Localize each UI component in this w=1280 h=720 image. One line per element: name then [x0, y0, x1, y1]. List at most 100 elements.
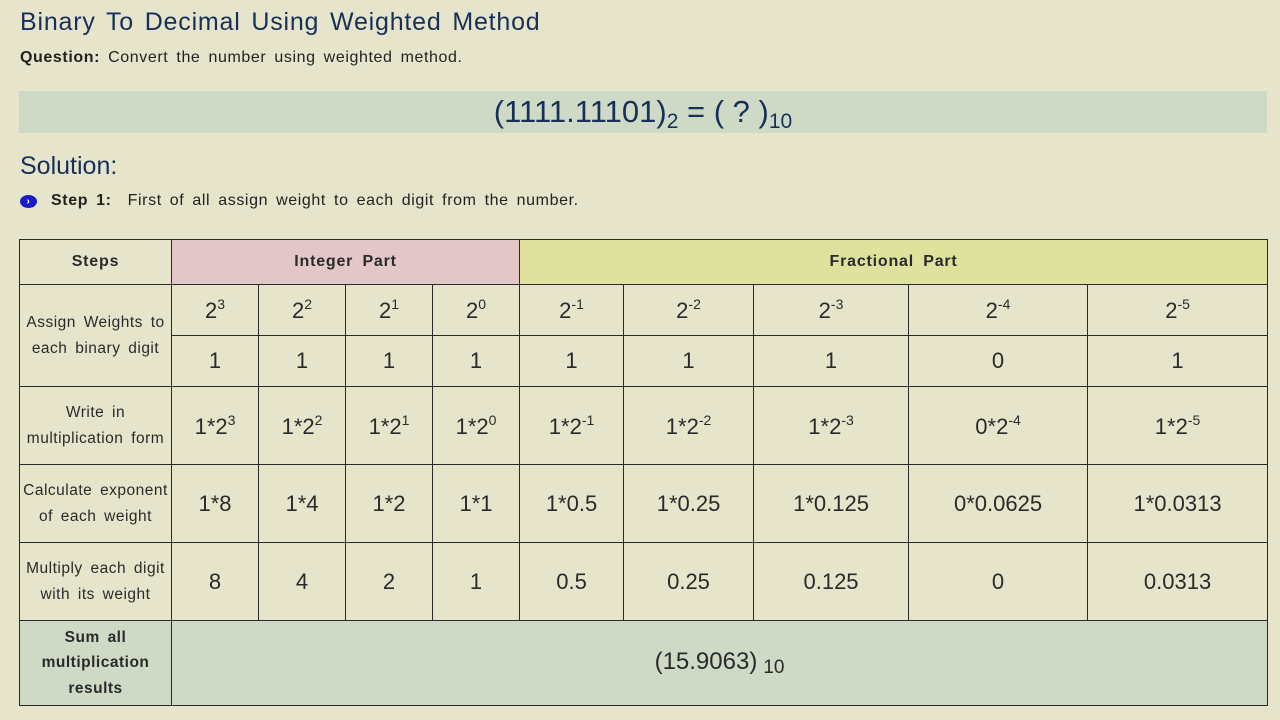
product-cell: 0.5 [519, 542, 625, 621]
weight-base: 2 [985, 298, 998, 323]
multiplication-exponent: 1 [401, 411, 410, 428]
weight-cell: 21 [345, 284, 433, 336]
digit-cell: 1 [431, 335, 521, 387]
product-cell: 2 [345, 542, 433, 621]
multiplication-cell: 1*21 [345, 386, 433, 465]
weight-base: 2 [291, 298, 305, 323]
row-label-assign: Assign Weights to each binary digit [19, 284, 172, 387]
exponent-cell: 0*0.0625 [908, 464, 1089, 543]
digit-cell: 1 [519, 335, 625, 387]
weight-base: 2 [559, 298, 572, 323]
question-line: Question: Convert the number using weigh… [20, 49, 463, 67]
weight-exponent: -5 [1177, 296, 1190, 312]
question-text: Convert the number using weighted method… [108, 49, 463, 66]
question-label: Question: [20, 49, 101, 66]
weight-base: 2 [1165, 298, 1178, 323]
step-1-label: Step 1: [51, 192, 112, 209]
weight-cell: 20 [431, 284, 521, 336]
header-fractional-part: Fractional Part [519, 239, 1269, 285]
equation-box: (1111.11101)2 = ( ? )10 [19, 91, 1267, 133]
weight-base: 2 [818, 298, 831, 323]
product-cell: 1 [431, 542, 521, 621]
multiplication-row: Write in multiplication form 1*23 1*22 1*2… [19, 386, 1269, 465]
multiplication-base: 0*2 [975, 413, 1009, 439]
weight-cell: 2-4 [908, 284, 1089, 336]
multiplication-exponent: 3 [227, 411, 236, 428]
weight-exponent: -4 [997, 296, 1011, 312]
equation-base-from: 2 [666, 110, 679, 133]
multiplication-exponent: -5 [1187, 411, 1201, 428]
digit-cell: 1 [258, 335, 346, 387]
weight-cell: 2-5 [1087, 284, 1269, 336]
weight-exponent: 3 [217, 296, 226, 312]
multiplication-exponent: 2 [314, 411, 323, 428]
digit-cell: 1 [171, 335, 259, 387]
sum-base: 10 [763, 656, 785, 678]
multiplication-base: 1*2 [281, 413, 315, 439]
product-cell: 0 [908, 542, 1089, 621]
multiplication-base: 1*2 [455, 413, 489, 439]
row-label-exponent: Calculate exponent of each weight [19, 464, 172, 543]
multiplication-cell: 1*22 [258, 386, 346, 465]
equation-base-to: 10 [768, 110, 793, 133]
digit-cell: 1 [753, 335, 910, 387]
product-cell: 4 [258, 542, 346, 621]
weight-exponent: 1 [391, 296, 400, 312]
solution-heading: Solution: [20, 152, 118, 180]
weight-base: 2 [465, 298, 479, 323]
multiplication-cell: 1*2-5 [1087, 386, 1269, 465]
digit-cell: 1 [1087, 335, 1269, 387]
header-integer-part: Integer Part [170, 239, 521, 285]
weight-cell: 2-2 [623, 284, 755, 336]
weight-base: 2 [204, 298, 218, 323]
header-steps: Steps [19, 239, 172, 285]
weight-exponent: -2 [688, 296, 701, 312]
digits-row: 111111101 [20, 335, 1269, 387]
weight-exponent: 2 [304, 296, 313, 312]
multiplication-cell: 1*2-3 [753, 386, 910, 465]
multiplication-base: 1*2 [808, 413, 842, 439]
product-cell: 8 [171, 542, 259, 621]
weight-base: 2 [378, 298, 392, 323]
digit-cell: 1 [345, 335, 433, 387]
digit-cell: 0 [908, 335, 1089, 387]
exponent-cell: 1*0.125 [753, 464, 910, 543]
multiplication-base: 1*2 [194, 413, 228, 439]
multiplication-base: 1*2 [665, 413, 699, 439]
weight-exponent: -1 [571, 296, 584, 312]
exponent-cell: 1*4 [258, 464, 346, 543]
weights-row: Assign Weights to each binary digit 23 22… [19, 284, 1269, 387]
exponent-row: Calculate exponent of each weight 1*8 1*4… [19, 464, 1269, 543]
header-row: Steps Integer Part Fractional Part [19, 239, 1269, 285]
sum-row: Sum all multiplication results (15.9063)… [19, 620, 1269, 706]
product-cell: 0.25 [623, 542, 755, 621]
product-row: Multiply each digit with its weight 8421… [19, 542, 1269, 621]
chevron-right-circle-icon: › [20, 194, 37, 208]
solution-table: Steps Integer Part Fractional Part Assig… [19, 239, 1269, 706]
sum-result: (15.9063) 10 [170, 620, 1269, 706]
multiplication-base: 1*2 [548, 413, 582, 439]
weight-base: 2 [676, 298, 689, 323]
multiplication-exponent: 0 [488, 411, 497, 428]
weight-cell: 23 [171, 284, 259, 336]
multiplication-cell: 1*2-1 [519, 386, 625, 465]
step-1-text: First of all assign weight to each digit… [127, 192, 579, 209]
multiplication-cell: 1*23 [171, 386, 259, 465]
weight-cell: 22 [258, 284, 346, 336]
exponent-cell: 1*0.0313 [1087, 464, 1269, 543]
multiplication-base: 1*2 [1154, 413, 1188, 439]
weight-cell: 2-1 [519, 284, 625, 336]
exponent-cell: 1*8 [171, 464, 259, 543]
row-label-multiplication: Write in multiplication form [19, 386, 172, 465]
multiplication-cell: 1*2-2 [623, 386, 755, 465]
exponent-cell: 1*0.25 [623, 464, 755, 543]
step-1: › Step 1: First of all assign weight to … [20, 192, 579, 210]
exponent-cell: 1*1 [431, 464, 521, 543]
multiplication-exponent: -1 [581, 411, 595, 428]
page-title: Binary To Decimal Using Weighted Method [20, 8, 541, 36]
row-label-multiply: Multiply each digit with its weight [19, 542, 172, 621]
multiplication-cell: 1*20 [431, 386, 521, 465]
row-label-sum: Sum all multiplication results [19, 620, 172, 706]
exponent-cell: 1*2 [345, 464, 433, 543]
weight-exponent: 0 [478, 296, 487, 312]
